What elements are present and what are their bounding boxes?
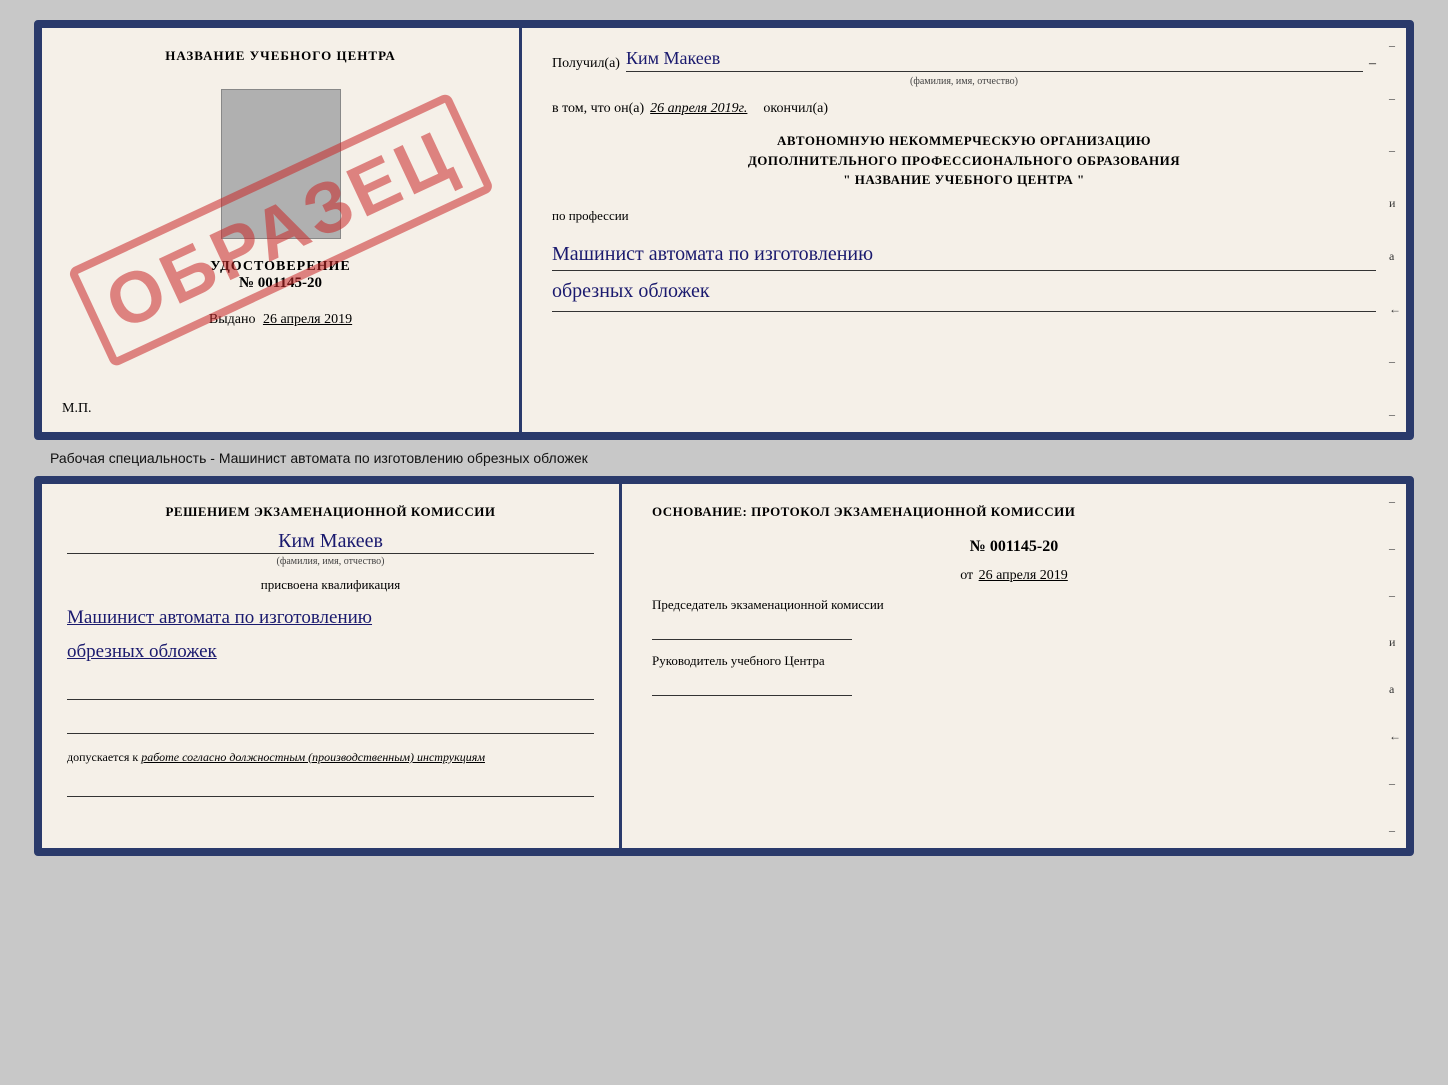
po-professii-label: по профессии xyxy=(552,208,1376,224)
profession-line2-bottom: обрезных обложек xyxy=(67,637,594,667)
caption-line: Рабочая специальность - Машинист автомат… xyxy=(50,450,588,466)
fio-sub-bottom: (фамилия, имя, отчество) xyxy=(67,556,594,567)
bottom-left-panel: Решением экзаменационной комиссии Ким Ма… xyxy=(42,484,622,848)
poluchil-label: Получил(а) xyxy=(552,56,620,72)
vtom-row: в том, что он(а) 26 апреля 2019г. окончи… xyxy=(552,101,1376,117)
poluchil-row: Получил(а) Ким Макеев – xyxy=(552,48,1376,72)
ot-date-block: от 26 апреля 2019 xyxy=(652,568,1376,584)
kim-makeev-bottom: Ким Макеев xyxy=(67,530,594,554)
vydano-date: 26 апреля 2019 xyxy=(263,312,352,327)
org-line3: " НАЗВАНИЕ УЧЕБНОГО ЦЕНТРА " xyxy=(552,170,1376,190)
blank-line-3 xyxy=(67,777,594,797)
vydano-label: Выдано xyxy=(209,312,256,327)
photo-placeholder xyxy=(221,89,341,239)
bottom-document: Решением экзаменационной комиссии Ким Ма… xyxy=(34,476,1414,856)
blank-line-2 xyxy=(67,714,594,734)
school-name-top: НАЗВАНИЕ УЧЕБНОГО ЦЕНТРА xyxy=(165,48,396,64)
resheniem-title: Решением экзаменационной комиссии xyxy=(67,504,594,520)
org-line1: АВТОНОМНУЮ НЕКОММЕРЧЕСКУЮ ОРГАНИЗАЦИЮ xyxy=(552,131,1376,151)
protocol-num: № 001145-20 xyxy=(652,538,1376,556)
document-container: НАЗВАНИЕ УЧЕБНОГО ЦЕНТРА УДОСТОВЕРЕНИЕ №… xyxy=(20,20,1428,856)
rukovoditel-block: Руководитель учебного Центра xyxy=(652,652,1376,696)
vtom-date: 26 апреля 2019г. xyxy=(650,101,747,117)
bottom-right-panel: Основание: протокол экзаменационной коми… xyxy=(622,484,1406,848)
vydano-line: Выдано 26 апреля 2019 xyxy=(209,312,352,328)
osnovanie-title: Основание: протокол экзаменационной коми… xyxy=(652,504,1376,520)
predsedatel-signature-line xyxy=(652,620,852,640)
dash-right: – xyxy=(1369,56,1376,72)
fio-sub-top: (фамилия, имя, отчество) xyxy=(552,76,1376,87)
top-right-panel: Получил(а) Ким Макеев – (фамилия, имя, о… xyxy=(522,28,1406,432)
top-document: НАЗВАНИЕ УЧЕБНОГО ЦЕНТРА УДОСТОВЕРЕНИЕ №… xyxy=(34,20,1414,440)
poluchil-name: Ким Макеев xyxy=(626,48,1363,72)
predsedatel-block: Председатель экзаменационной комиссии xyxy=(652,596,1376,640)
blank-line-1 xyxy=(67,680,594,700)
side-marks-top: –––иа←–– xyxy=(1389,28,1401,432)
ot-date: 26 апреля 2019 xyxy=(979,568,1068,583)
side-marks-bottom: –––иа←–– xyxy=(1389,484,1401,848)
ot-label: от xyxy=(960,568,973,583)
dopuskaetsya-block: допускается к работе согласно должностны… xyxy=(67,750,594,765)
profession-line1-bottom: Машинист автомата по изготовлению xyxy=(67,603,594,633)
okonchil-label: окончил(а) xyxy=(763,101,828,117)
profession-line2-top: обрезных обложек xyxy=(552,275,1376,312)
dopuskaetsya-text: работе согласно должностным (производств… xyxy=(141,750,485,764)
mp-line: М.П. xyxy=(62,401,92,417)
top-left-panel: НАЗВАНИЕ УЧЕБНОГО ЦЕНТРА УДОСТОВЕРЕНИЕ №… xyxy=(42,28,522,432)
dopuskaetsya-label: допускается к xyxy=(67,750,138,764)
rukovoditel-signature-line xyxy=(652,676,852,696)
udostoverenie-num: № 001145-20 xyxy=(210,275,350,292)
vtom-label: в том, что он(а) xyxy=(552,101,644,117)
udostoverenie-title: УДОСТОВЕРЕНИЕ xyxy=(210,259,350,275)
udostoverenie-block: УДОСТОВЕРЕНИЕ № 001145-20 xyxy=(210,259,350,292)
organization-block: АВТОНОМНУЮ НЕКОММЕРЧЕСКУЮ ОРГАНИЗАЦИЮ ДО… xyxy=(552,131,1376,190)
rukovoditel-label: Руководитель учебного Центра xyxy=(652,652,1376,670)
predsedatel-label: Председатель экзаменационной комиссии xyxy=(652,596,1376,614)
prisvoena-label: присвоена квалификация xyxy=(67,577,594,593)
org-line2: ДОПОЛНИТЕЛЬНОГО ПРОФЕССИОНАЛЬНОГО ОБРАЗО… xyxy=(552,151,1376,171)
profession-line1-top: Машинист автомата по изготовлению xyxy=(552,238,1376,271)
